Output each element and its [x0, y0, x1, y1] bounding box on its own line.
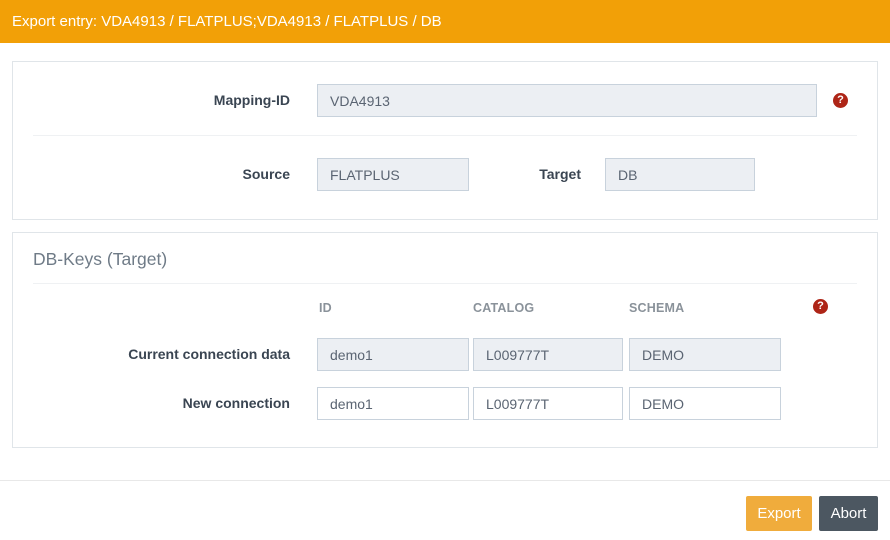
column-header-schema: SCHEMA: [629, 301, 685, 315]
new-catalog-input[interactable]: [473, 387, 623, 420]
panel-divider: [33, 135, 857, 136]
source-input[interactable]: [317, 158, 469, 191]
source-label: Source: [242, 166, 290, 182]
export-button[interactable]: Export: [746, 496, 812, 531]
mapping-id-label: Mapping-ID: [213, 92, 290, 108]
new-id-input[interactable]: [317, 387, 469, 420]
abort-button[interactable]: Abort: [819, 496, 878, 531]
mapping-id-input[interactable]: [317, 84, 817, 117]
target-input[interactable]: [605, 158, 755, 191]
dialog-title: Export entry: VDA4913 / FLATPLUS;VDA4913…: [0, 0, 890, 43]
current-schema-input[interactable]: [629, 338, 781, 371]
current-id-input[interactable]: [317, 338, 469, 371]
target-label: Target: [539, 166, 581, 182]
db-keys-title: DB-Keys (Target): [33, 249, 168, 269]
mapping-panel: Mapping-ID ? Source Target: [12, 61, 878, 220]
current-connection-label: Current connection data: [128, 346, 290, 362]
help-icon[interactable]: ?: [833, 93, 848, 108]
new-schema-input[interactable]: [629, 387, 781, 420]
column-header-catalog: CATALOG: [473, 301, 535, 315]
new-connection-label: New connection: [182, 395, 290, 411]
help-icon[interactable]: ?: [813, 299, 828, 314]
db-keys-panel: DB-Keys (Target) ID CATALOG SCHEMA ? Cur…: [12, 232, 878, 448]
column-header-id: ID: [319, 301, 332, 315]
current-catalog-input[interactable]: [473, 338, 623, 371]
footer-divider: [0, 480, 890, 481]
panel-divider: [33, 283, 857, 284]
